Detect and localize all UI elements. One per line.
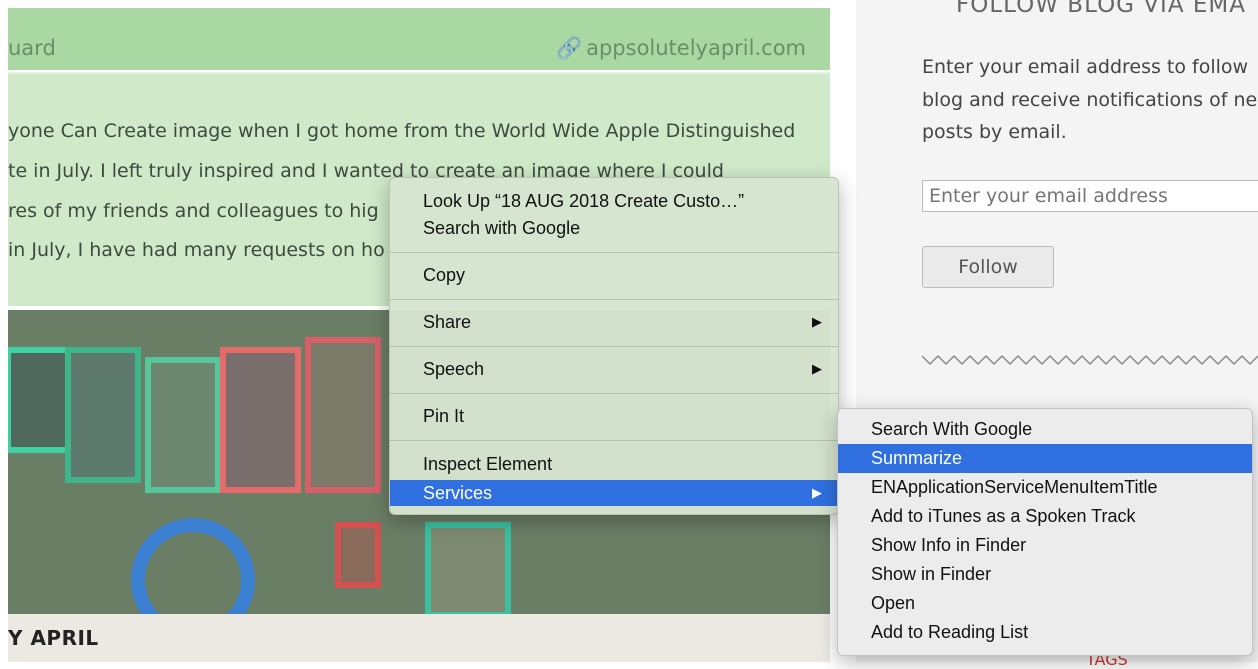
submenu-item-en-service[interactable]: ENApplicationServiceMenuItemTitle [838, 473, 1252, 502]
menu-item-label: Share [423, 312, 472, 332]
menu-separator [390, 346, 838, 347]
paragraph-line: in July, I have had many requests on ho [8, 239, 385, 261]
zigzag-divider [922, 354, 1258, 366]
menu-item-look-up[interactable]: Look Up “18 AUG 2018 Create Custo…” [390, 188, 838, 214]
menu-separator [390, 299, 838, 300]
menu-item-speech[interactable]: Speech ▶ [390, 356, 838, 382]
submenu-item-summarize[interactable]: Summarize [838, 444, 1252, 473]
sidebar-description-line: blog and receive notifications of ne [922, 89, 1258, 111]
submenu-item-show-finder[interactable]: Show in Finder [838, 560, 1252, 589]
menu-item-inspect-element[interactable]: Inspect Element [390, 451, 838, 477]
submenu-item-open[interactable]: Open [838, 589, 1252, 618]
link-icon: 🔗 [555, 36, 583, 60]
sidebar-description-line: Enter your email address to follow [922, 56, 1249, 78]
menu-separator [390, 393, 838, 394]
submenu-item-reading-list[interactable]: Add to Reading List [838, 618, 1252, 647]
menu-item-label: Speech [423, 359, 485, 379]
submenu-item-show-info[interactable]: Show Info in Finder [838, 531, 1252, 560]
sidebar-description-line: posts by email. [922, 121, 1067, 143]
menu-item-copy[interactable]: Copy [390, 262, 838, 288]
site-title: Y APRIL [8, 626, 99, 650]
paragraph-line: res of my friends and colleagues to hig [8, 200, 379, 222]
menu-item-share[interactable]: Share ▶ [390, 309, 838, 335]
article-header-bar: uard 🔗 appsolutelyapril.com [8, 8, 830, 70]
menu-separator [390, 440, 838, 441]
site-footer-bar: Y APRIL [8, 614, 830, 662]
follow-button[interactable]: Follow [922, 246, 1054, 288]
email-field[interactable] [922, 180, 1258, 212]
submenu-item-add-itunes[interactable]: Add to iTunes as a Spoken Track [838, 502, 1252, 531]
author-name: uard [8, 36, 56, 60]
sidebar-heading: FOLLOW BLOG VIA EMA [956, 0, 1246, 18]
menu-item-services[interactable]: Services ▶ [390, 480, 838, 506]
menu-item-label: Services [423, 483, 493, 503]
menu-item-pin-it[interactable]: Pin It [390, 403, 838, 429]
site-link-label: appsolutelyapril.com [586, 36, 806, 60]
triangle-right-icon: ▶ [812, 361, 822, 376]
menu-separator [390, 252, 838, 253]
context-menu: Look Up “18 AUG 2018 Create Custo…” Sear… [389, 177, 839, 515]
submenu-item-search-google[interactable]: Search With Google [838, 415, 1252, 444]
services-submenu: Search With Google Summarize ENApplicati… [837, 408, 1253, 656]
menu-item-search-google[interactable]: Search with Google [390, 215, 838, 241]
triangle-right-icon: ▶ [812, 485, 822, 500]
site-link[interactable]: 🔗 appsolutelyapril.com [556, 36, 806, 61]
triangle-right-icon: ▶ [812, 314, 822, 329]
paragraph-line: yone Can Create image when I got home fr… [8, 120, 796, 142]
